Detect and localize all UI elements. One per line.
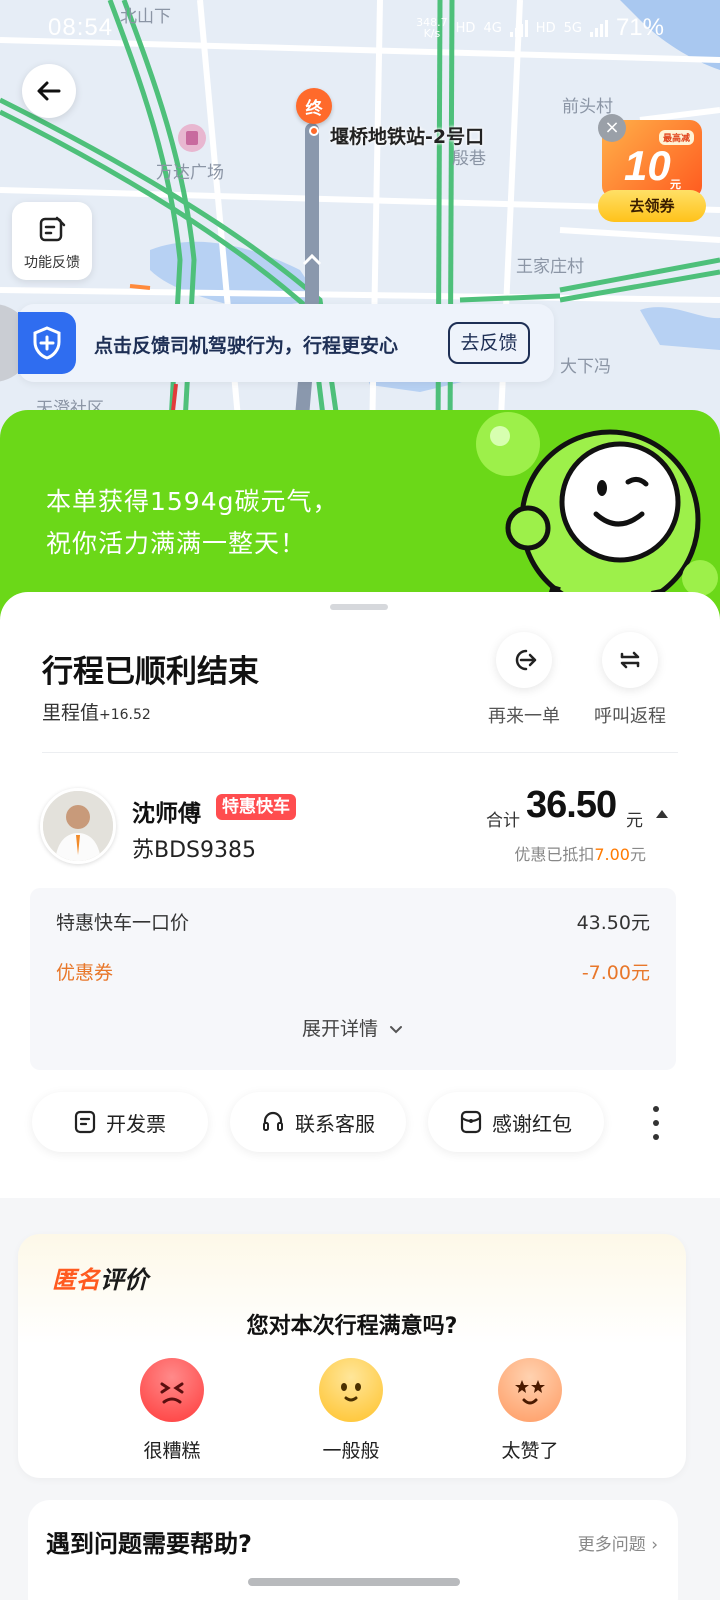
thank-red-envelope-button[interactable]: 感谢红包 — [428, 1092, 604, 1152]
invoice-button[interactable]: 开发票 — [32, 1092, 208, 1152]
star-eyes-face-icon — [498, 1358, 562, 1422]
arrow-left-icon — [37, 81, 61, 101]
claim-coupon-button[interactable]: 去领券 — [598, 190, 706, 222]
satisfaction-question: 您对本次行程满意吗? — [246, 1314, 458, 1339]
coupon-row: 优惠券 -7.00元 — [56, 958, 650, 985]
rating-option-great[interactable]: 太赞了 — [480, 1358, 580, 1463]
driver-name: 沈师傅 — [132, 801, 201, 827]
more-questions-link[interactable]: 更多问题 › — [578, 1530, 658, 1555]
help-title: 遇到问题需要帮助? — [46, 1530, 252, 1558]
car-type-badge: 特惠快车 — [216, 794, 296, 820]
drag-handle[interactable] — [330, 604, 388, 610]
reorder-label: 再来一单 — [488, 706, 560, 727]
mileage-value: +16.52 — [99, 707, 151, 723]
status-icons: 348.7 K/s HD 4G HD 5G 71% — [416, 14, 664, 42]
reorder-button[interactable]: 再来一单 — [474, 632, 574, 728]
red-envelope-label: 感谢红包 — [492, 1111, 572, 1136]
map-label: 大下冯 — [560, 357, 611, 377]
fare-row-label: 特惠快车一口价 — [56, 912, 190, 934]
destination-name: 堰桥地铁站-2号口 — [330, 126, 485, 148]
rating-option-ok[interactable]: 一般般 — [301, 1358, 401, 1463]
discount-summary: 优惠已抵扣7.00元 — [514, 841, 646, 865]
rating-option-label: 很糟糕 — [143, 1440, 201, 1462]
map-label: 王家庄村 — [516, 257, 584, 277]
signal-icon — [589, 19, 608, 37]
invoice-label: 开发票 — [106, 1111, 166, 1136]
destination-dot — [309, 126, 319, 136]
net-speed-unit: K/s — [423, 27, 441, 40]
return-trip-icon — [602, 632, 658, 688]
headset-icon — [263, 1111, 283, 1131]
expand-details-button[interactable]: 展开详情 — [30, 1014, 676, 1041]
carbon-text-line2: 祝你活力满满一整天！ — [46, 529, 307, 558]
neutral-face-icon — [319, 1358, 383, 1422]
red-envelope-icon — [460, 1110, 482, 1134]
anonymous-rating-tag: 匿名评价 — [52, 1260, 148, 1295]
fare-row-value: -7.00元 — [581, 962, 650, 984]
feature-feedback-label: 功能反馈 — [24, 255, 80, 271]
net-5g-label: 5G — [563, 20, 582, 36]
total-label: 合计 — [486, 811, 520, 831]
driver-avatar[interactable] — [40, 788, 116, 864]
signal-icon — [509, 19, 528, 37]
map-label: 万达广场 — [156, 163, 224, 183]
back-button[interactable] — [22, 64, 76, 118]
gesture-nav-bar[interactable] — [248, 1578, 460, 1586]
chevron-down-icon — [390, 1025, 403, 1033]
return-trip-label: 呼叫返程 — [594, 706, 666, 727]
trip-summary-sheet: 行程已顺利结束 里程值+16.52 再来一单 呼叫返程 沈师傅 特惠快车 苏BD… — [0, 592, 720, 1198]
fare-row-value: 43.50元 — [576, 912, 650, 934]
customer-service-label: 联系客服 — [295, 1111, 375, 1136]
angry-face-icon — [140, 1358, 204, 1422]
invoice-icon — [74, 1110, 96, 1134]
total-fare: 36.50 — [526, 784, 617, 826]
status-bar: 08:54 348.7 K/s HD 4G HD 5G 71% — [0, 0, 720, 56]
trip-status-title: 行程已顺利结束 — [42, 654, 259, 690]
fare-detail-panel: 特惠快车一口价 43.50元 优惠券 -7.00元 展开详情 — [30, 888, 676, 1070]
go-feedback-button[interactable]: 去反馈 — [448, 322, 530, 364]
mileage-label: 里程值 — [42, 702, 100, 724]
map-view[interactable]: 北山下 万达广场 前头村 殷巷 王家庄村 大下冯 天澄社区 终 堰桥地铁站-2号… — [0, 0, 720, 440]
safety-feedback-banner[interactable]: 点击反馈司机驾驶行为，行程更安心 去反馈 — [18, 304, 554, 382]
rating-option-label: 太赞了 — [501, 1440, 559, 1462]
close-icon[interactable]: × — [598, 114, 626, 142]
discount-value: 7.00 — [594, 845, 630, 864]
license-plate: 苏BDS9385 — [132, 838, 256, 863]
chevron-up-icon[interactable] — [656, 810, 668, 818]
carbon-text-line1: 本单获得1594g碳元气， — [46, 487, 339, 516]
reorder-icon — [496, 632, 552, 688]
shield-icon — [18, 312, 76, 374]
coupon-amount: 10 — [624, 142, 671, 189]
coupon-widget[interactable]: × 最高减 10 元 去领券 — [598, 114, 706, 224]
discount-suffix: 元 — [629, 845, 646, 864]
edit-note-icon — [39, 216, 66, 242]
hd-indicator: HD — [455, 20, 476, 36]
more-options-icon[interactable] — [648, 1106, 664, 1140]
total-unit: 元 — [626, 811, 643, 831]
fare-row-label: 优惠券 — [56, 962, 114, 984]
return-trip-button[interactable]: 呼叫返程 — [580, 632, 680, 728]
safety-banner-text: 点击反馈司机驾驶行为，行程更安心 — [94, 335, 399, 357]
mileage-info: 里程值+16.52 — [42, 698, 151, 725]
customer-service-button[interactable]: 联系客服 — [230, 1092, 406, 1152]
rating-option-label: 一般般 — [322, 1440, 380, 1462]
feature-feedback-button[interactable]: 功能反馈 — [12, 202, 92, 280]
status-time: 08:54 — [48, 14, 114, 41]
discount-prefix: 优惠已抵扣 — [514, 845, 595, 864]
destination-marker: 终 — [296, 88, 332, 124]
net-4g-label: 4G — [483, 20, 502, 36]
hd-indicator: HD — [535, 20, 556, 36]
battery-level: 71% — [615, 14, 664, 41]
anonymous-tag-part1: 匿名 — [52, 1266, 100, 1294]
expand-details-label: 展开详情 — [301, 1018, 378, 1040]
rating-option-bad[interactable]: 很糟糕 — [122, 1358, 222, 1463]
net-speed: 348.7 K/s — [416, 17, 448, 39]
divider — [42, 752, 678, 753]
anonymous-rating-card: 匿名评价 您对本次行程满意吗? 很糟糕 一般般 太赞了 — [18, 1234, 686, 1478]
fare-row: 特惠快车一口价 43.50元 — [56, 908, 650, 935]
anonymous-tag-part2: 评价 — [100, 1266, 148, 1294]
